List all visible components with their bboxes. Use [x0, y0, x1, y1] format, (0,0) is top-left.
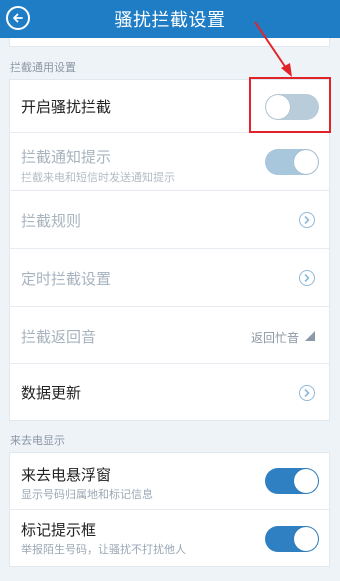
annotation-arrow — [254, 21, 292, 77]
